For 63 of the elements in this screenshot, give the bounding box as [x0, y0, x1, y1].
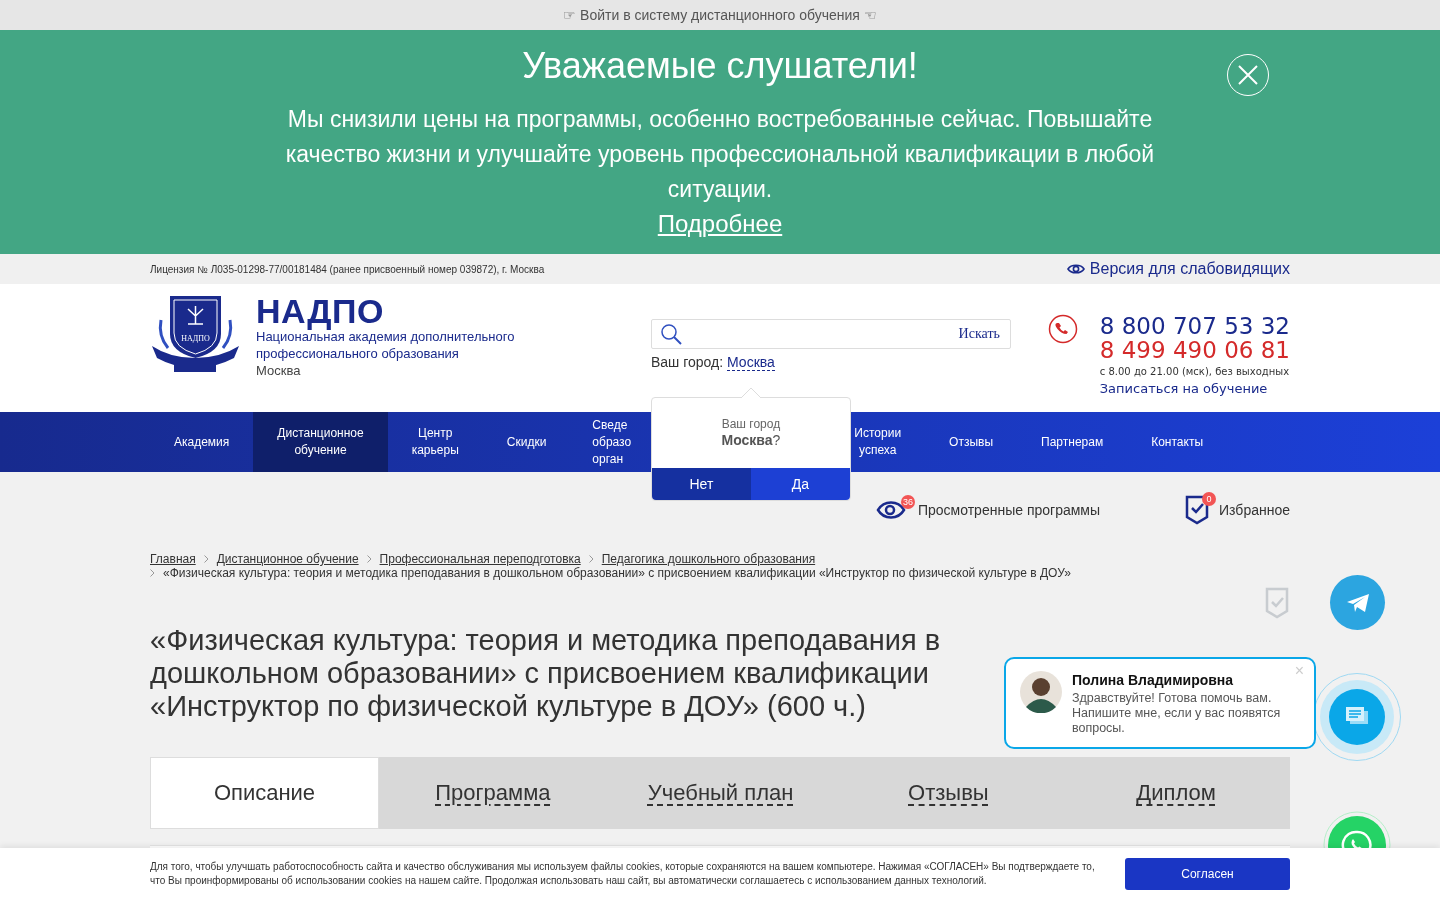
brand-subtitle: Национальная академия дополнительного профессионального образования: [256, 329, 516, 362]
nav-item[interactable]: Сведе образо орган: [570, 412, 637, 472]
breadcrumb-link[interactable]: Профессиональная переподготовка: [379, 552, 581, 566]
nav-item[interactable]: Скидки: [482, 412, 571, 472]
breadcrumb-link[interactable]: Дистанционное обучение: [216, 552, 359, 566]
tab[interactable]: Программа: [379, 757, 607, 829]
nav-item[interactable]: Академия: [150, 412, 254, 472]
close-icon: [1237, 64, 1259, 86]
question-mark: ?: [772, 431, 781, 449]
cookie-notice: Для того, чтобы улучшать работоспособность сайта и качество обслуживания мы используем файлы cookies, которые сохраняются на вашем компьютере. Нажимая «СОГЛАСЕН» Вы подтверждаете то, что Вы проинформированы об использовании cookies на нашем сайте. Продолжая использовать наш сайт, вы автоматически соглашаетесь с использованием данных технологий.: [150, 860, 1096, 888]
avatar: [1020, 671, 1062, 713]
emblem-text: НАДПО: [181, 334, 210, 343]
accessibility-link[interactable]: Версия для слабовидящих: [1066, 260, 1290, 278]
city-label: Ваш город:: [650, 354, 724, 371]
chevron-icon: [366, 555, 372, 563]
chevron-icon: [588, 555, 594, 563]
banner-title: Уважаемые слушатели!: [522, 44, 918, 88]
popup-label: Ваш город: [720, 417, 782, 431]
brand-city: Москва: [256, 362, 302, 379]
chevron-icon: [150, 569, 155, 577]
tab[interactable]: Диплом: [1062, 757, 1290, 829]
favorites-link[interactable]: 0 Избранное: [1185, 495, 1290, 525]
eye-icon: [1066, 263, 1085, 275]
nav-item[interactable]: Центр карьеры: [387, 412, 483, 472]
search-field[interactable]: Искать: [650, 319, 1011, 349]
nav-item[interactable]: Дистанционное обучение: [253, 412, 388, 472]
city-link[interactable]: Москва: [727, 354, 775, 371]
working-hours: с 8.00 до 21.00 (мск), без выходных: [1099, 366, 1290, 377]
popup-button[interactable]: Нет: [651, 468, 751, 500]
tab[interactable]: Отзывы: [834, 757, 1063, 829]
agree-button[interactable]: Согласен: [1125, 858, 1290, 890]
paper-plane-icon: [1345, 592, 1370, 613]
breadcrumb-link[interactable]: Главная: [150, 552, 196, 566]
nav-item[interactable]: Отзывы: [925, 412, 1018, 472]
viewed-programs-link[interactable]: 36 Просмотренные программы: [875, 498, 1101, 522]
signup-link[interactable]: Записаться на обучение: [1099, 381, 1268, 396]
license-text: Лицензия № Л035-01298-77/00181484 (ранее присвоенный номер 039872), г. Москва: [150, 263, 545, 275]
chat-button[interactable]: [1329, 689, 1385, 745]
count-badge: 36: [900, 495, 915, 509]
popup-button[interactable]: Да: [750, 468, 850, 500]
whatsapp-button[interactable]: [1323, 811, 1391, 848]
search-button[interactable]: Искать: [958, 326, 1000, 342]
tab[interactable]: Описание: [150, 757, 379, 829]
page-title: «Физическая культура: теория и методика преподавания в дошкольном образовании» с присвоением квалификации «Инструктор по физической культуре в ДОУ» (600 ч.): [150, 624, 942, 723]
shield-check-icon: [1185, 495, 1210, 525]
phone-number[interactable]: 8 800 707 53 32: [1099, 314, 1290, 338]
breadcrumb-current: «Физическая культура: теория и методика преподавания в дошкольном образовании» с присвоением квалификации «Инструктор по физической культуре в ДОУ»: [163, 566, 1071, 580]
phone-icon: [1047, 314, 1078, 344]
breadcrumb-link[interactable]: Педагогика дошкольного образования: [601, 552, 816, 566]
operator-name: Полина Владимировна: [1072, 671, 1235, 689]
login-link[interactable]: ☞ Войти в систему дистанционного обучения ☜: [563, 7, 877, 23]
search-icon: [659, 323, 682, 345]
count-badge: 0: [1202, 492, 1217, 506]
popup-city: Москва: [721, 431, 773, 449]
nav-item[interactable]: Партнерам: [1017, 412, 1128, 472]
phone-number[interactable]: 8 499 490 06 81: [1099, 338, 1290, 362]
nav-item[interactable]: Контакты: [1127, 412, 1227, 472]
chevron-icon: [203, 555, 209, 563]
tab[interactable]: Учебный план: [606, 757, 835, 829]
telegram-button[interactable]: [1330, 575, 1385, 630]
shield-check-icon[interactable]: [1265, 587, 1289, 619]
chat-message: Здравствуйте! Готова помочь вам. Напишите мне, если у вас появятся вопросы.: [1072, 691, 1282, 736]
banner-text: Мы снизили цены на программы, особенно востребованные сейчас. Повышайте качество жизни и улучшайте уровень профессиональной квалификации в любой ситуации.: [284, 105, 1156, 204]
